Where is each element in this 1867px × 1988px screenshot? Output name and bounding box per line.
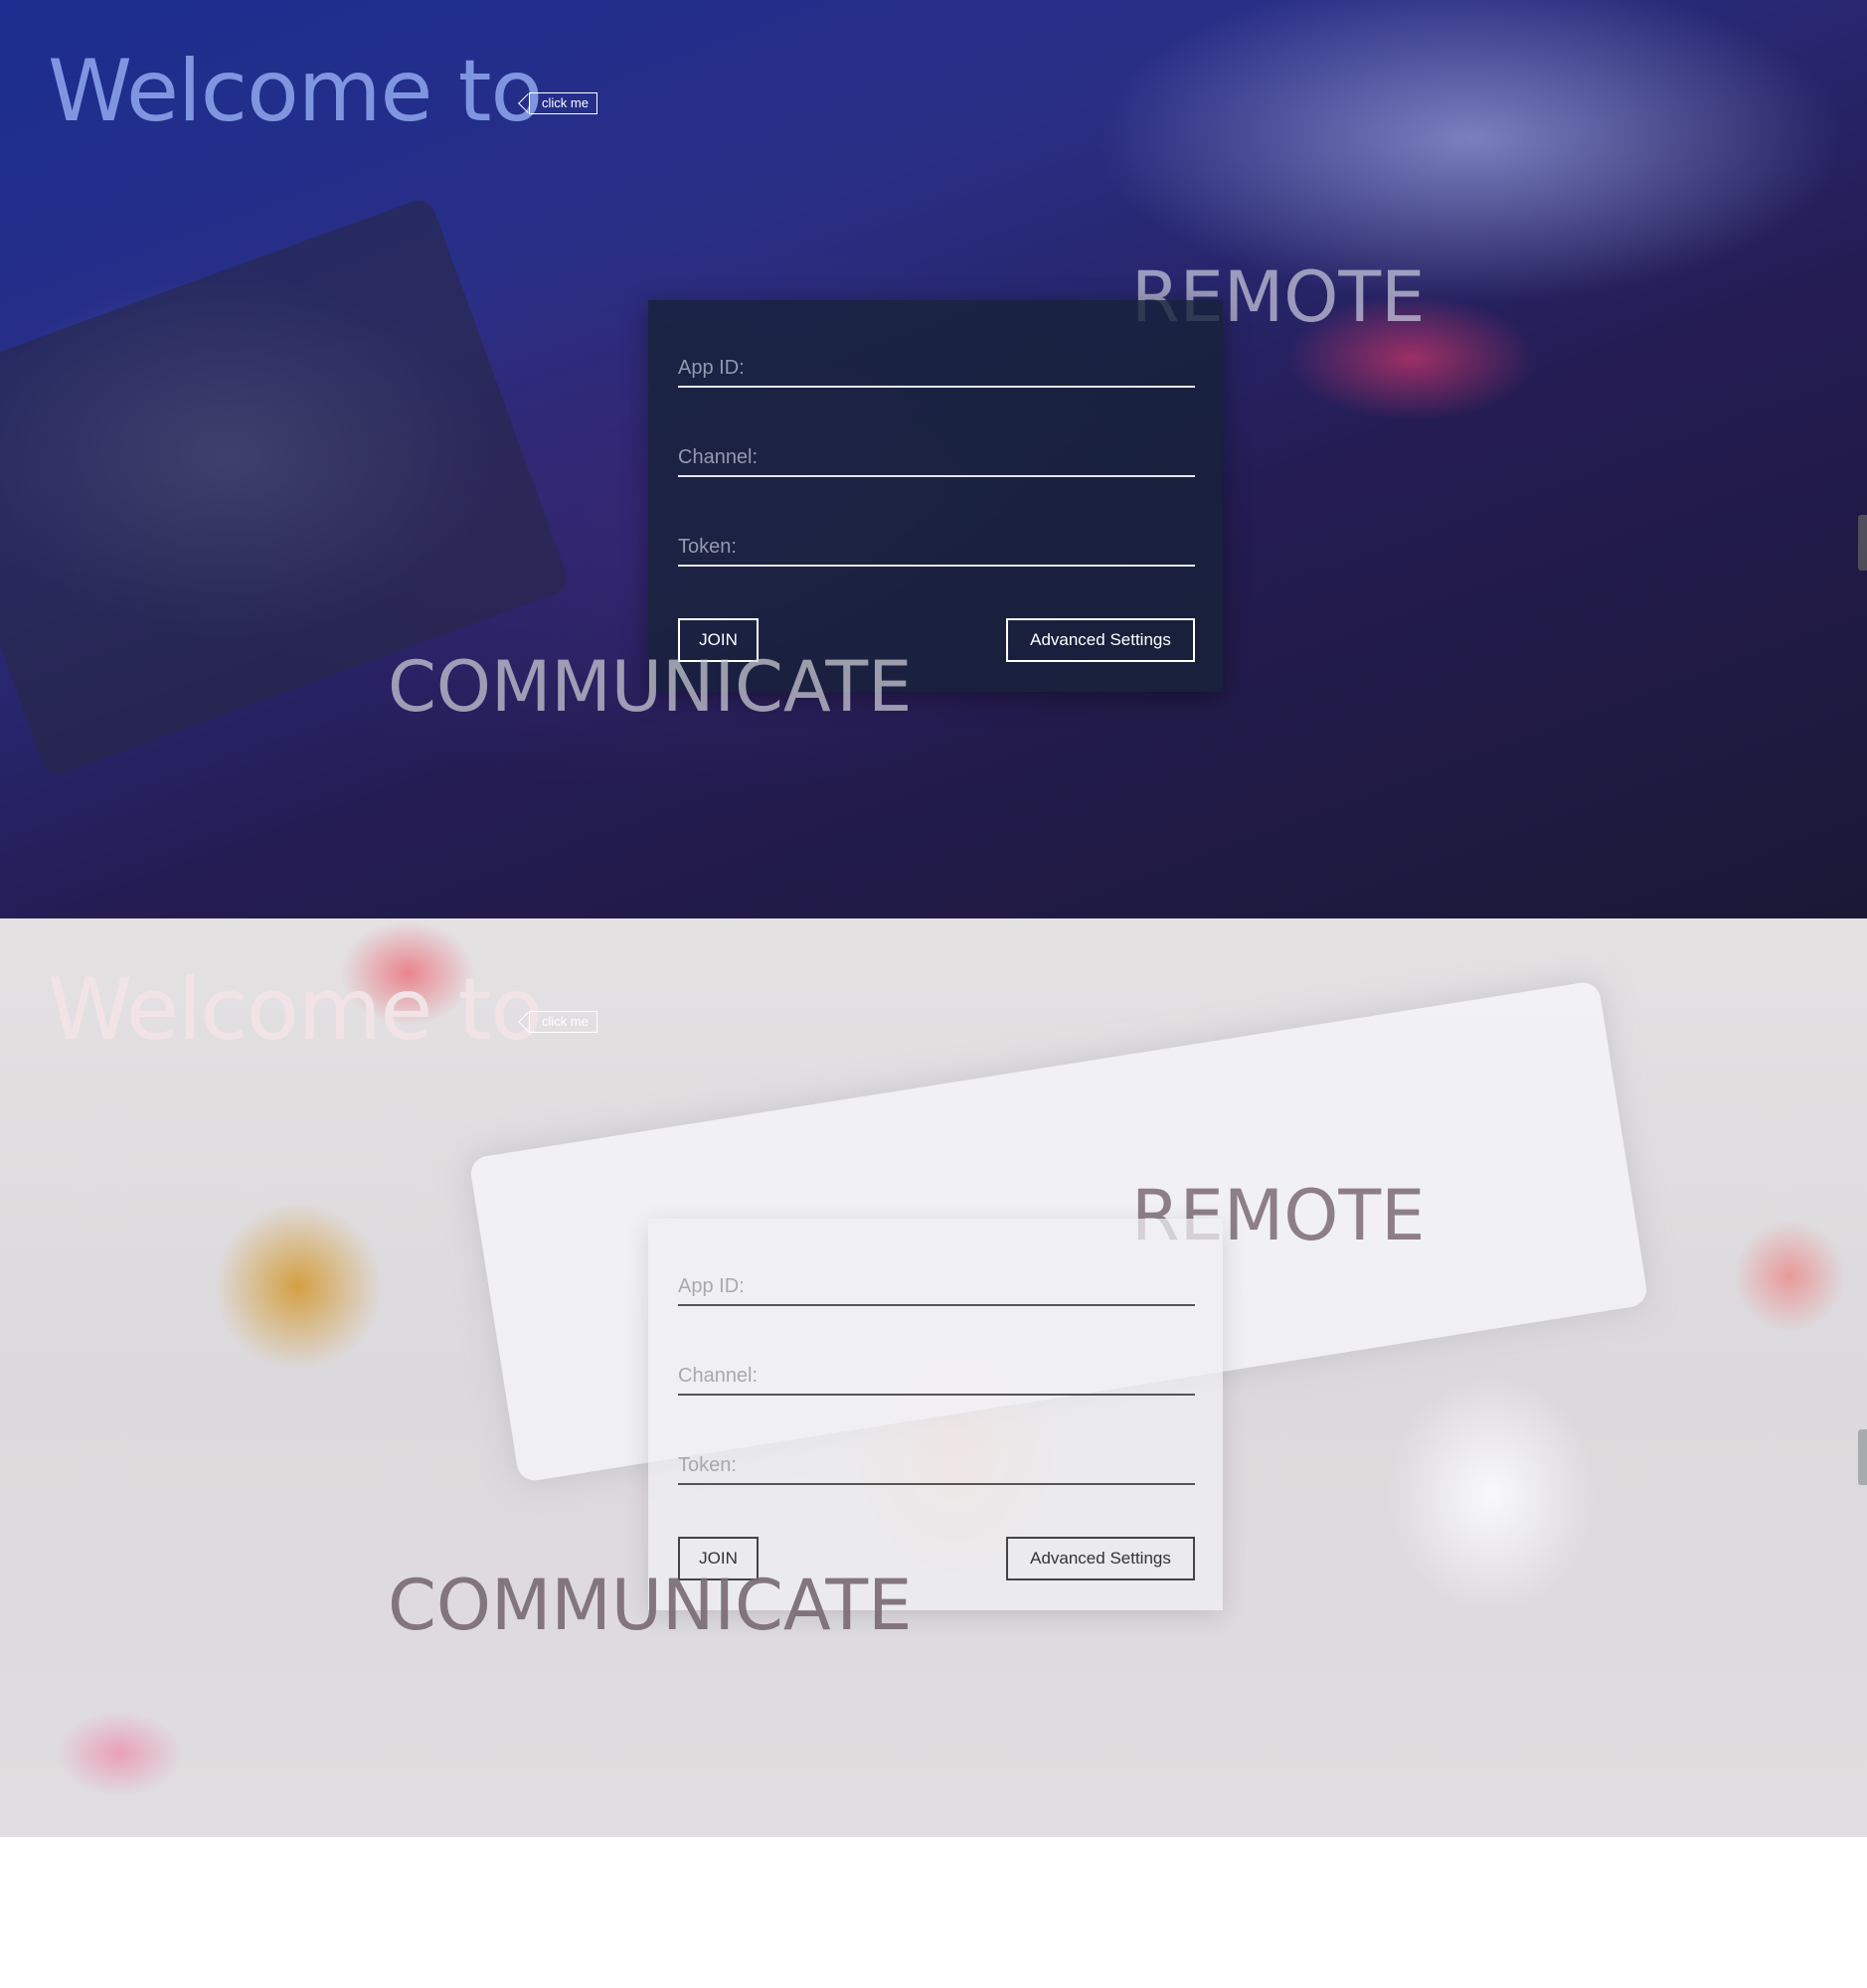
token-input[interactable]: [678, 1447, 1195, 1485]
advanced-settings-button[interactable]: Advanced Settings: [1006, 618, 1195, 662]
login-panel-light: Welcome to click me REMOTE JOIN Advanced…: [0, 918, 1867, 1837]
join-form-card: JOIN Advanced Settings: [648, 1219, 1223, 1610]
welcome-heading: Welcome to: [48, 42, 543, 141]
channel-input[interactable]: [678, 439, 1195, 477]
communicate-text: COMMUNICATE: [388, 1565, 913, 1646]
communicate-text: COMMUNICATE: [388, 646, 913, 728]
app-id-input[interactable]: [678, 1268, 1195, 1306]
scroll-handle[interactable]: [1858, 1429, 1867, 1485]
app-id-field-wrapper: [678, 350, 1195, 390]
click-me-button[interactable]: click me: [529, 92, 597, 114]
click-me-button[interactable]: click me: [529, 1011, 597, 1033]
token-input[interactable]: [678, 529, 1195, 567]
channel-field-wrapper: [678, 1358, 1195, 1398]
scroll-handle[interactable]: [1858, 515, 1867, 571]
channel-field-wrapper: [678, 439, 1195, 479]
app-id-field-wrapper: [678, 1268, 1195, 1308]
token-field-wrapper: [678, 1447, 1195, 1487]
login-panel-dark: Welcome to click me REMOTE JOIN Advanced…: [0, 0, 1867, 918]
app-id-input[interactable]: [678, 350, 1195, 388]
token-field-wrapper: [678, 529, 1195, 569]
welcome-heading: Welcome to: [48, 960, 543, 1060]
join-form-card: JOIN Advanced Settings: [648, 300, 1223, 692]
channel-input[interactable]: [678, 1358, 1195, 1396]
advanced-settings-button[interactable]: Advanced Settings: [1006, 1537, 1195, 1580]
